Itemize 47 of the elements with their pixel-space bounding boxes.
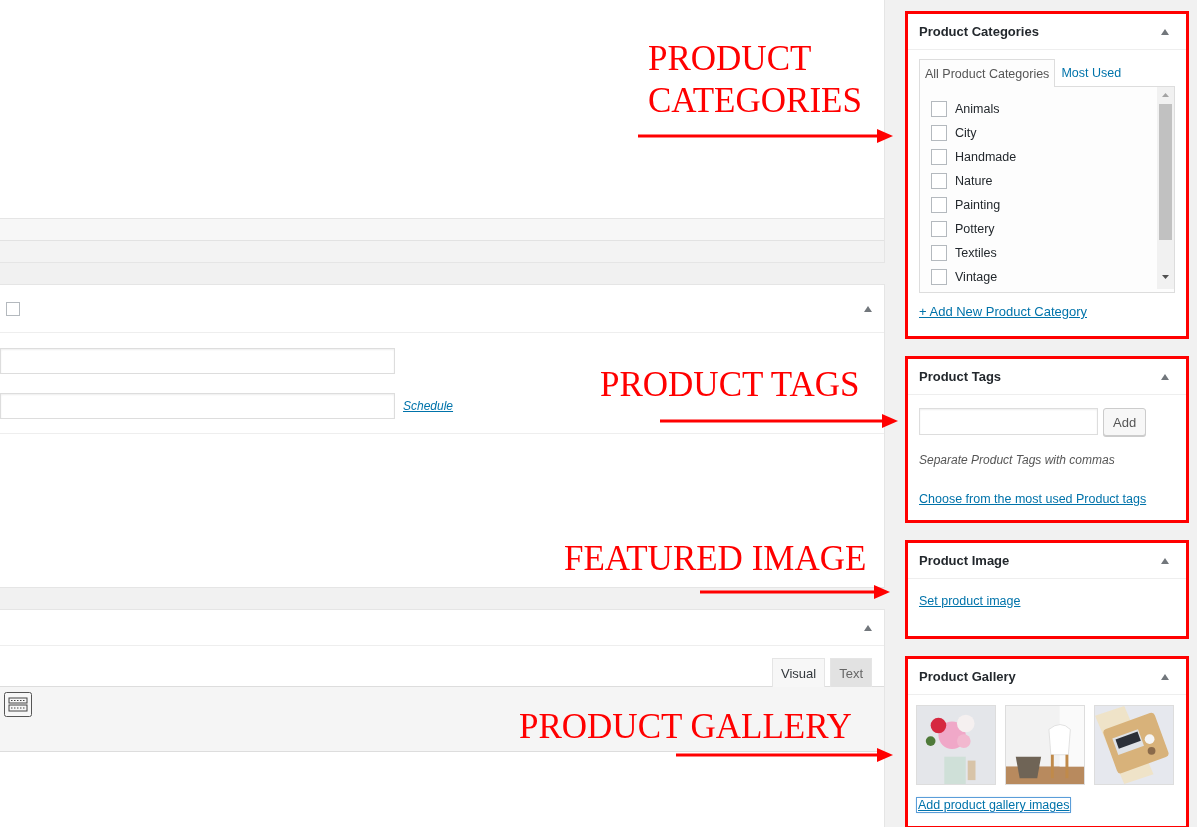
input-field[interactable] [0, 348, 395, 374]
checkbox[interactable] [931, 101, 947, 117]
hint-text: Separate Product Tags with commas [919, 453, 1116, 467]
collapse-icon[interactable] [864, 624, 872, 631]
category-label: Painting [955, 198, 1001, 212]
category-label: Textiles [955, 246, 997, 260]
add-button[interactable]: Add [1103, 408, 1147, 436]
collapse-icon[interactable] [864, 305, 872, 312]
checkbox[interactable] [931, 269, 947, 285]
scrollbar[interactable] [1157, 87, 1174, 289]
category-label: Vintage [955, 270, 998, 284]
editor-tab[interactable]: Text [830, 658, 872, 687]
checkbox[interactable] [931, 125, 947, 141]
checkbox[interactable] [931, 197, 947, 213]
checkbox[interactable] [931, 221, 947, 237]
box-title: Product Image [919, 553, 1010, 568]
checkbox[interactable] [931, 173, 947, 189]
category-label: Animals [955, 102, 1000, 116]
annotation-label: FEATURED IMAGE [564, 538, 868, 580]
category-label: Nature [955, 174, 993, 188]
checkbox[interactable] [931, 245, 947, 261]
category-label: Pottery [955, 222, 995, 236]
keyboard-icon[interactable] [4, 692, 32, 717]
annotation-label: PRODUCT TAGS [600, 364, 861, 406]
annotation-label: PRODUCT GALLERY [519, 706, 853, 748]
checkbox[interactable] [931, 149, 947, 165]
add-category-link[interactable]: + Add New Product Category [919, 304, 1175, 319]
tag-input[interactable] [919, 408, 1098, 435]
collapse-icon[interactable] [1161, 557, 1169, 564]
collapse-icon[interactable] [1161, 673, 1169, 680]
box-title: Product Categories [919, 24, 1039, 39]
category-label: Handmade [955, 150, 1017, 164]
checkbox[interactable] [6, 301, 20, 316]
schedule-link[interactable]: Schedule [403, 399, 454, 413]
category-label: City [955, 126, 977, 140]
category-tab[interactable]: All Product Categories [919, 59, 1056, 87]
add-gallery-link[interactable]: Add product gallery images [917, 798, 1071, 812]
category-tab[interactable]: Most Used [1055, 58, 1128, 86]
box-title: Product Tags [919, 369, 1002, 384]
editor-tab[interactable]: Visual [771, 658, 826, 687]
collapse-icon[interactable] [1161, 28, 1169, 35]
annotation-label: PRODUCT CATEGORIES [648, 38, 863, 122]
date-field[interactable] [0, 393, 395, 419]
collapse-icon[interactable] [1161, 373, 1169, 380]
set-image-link[interactable]: Set product image [919, 594, 1175, 622]
box-title: Product Gallery [919, 669, 1016, 684]
most-used-tags-link[interactable]: Choose from the most used Product tags [919, 492, 1175, 506]
